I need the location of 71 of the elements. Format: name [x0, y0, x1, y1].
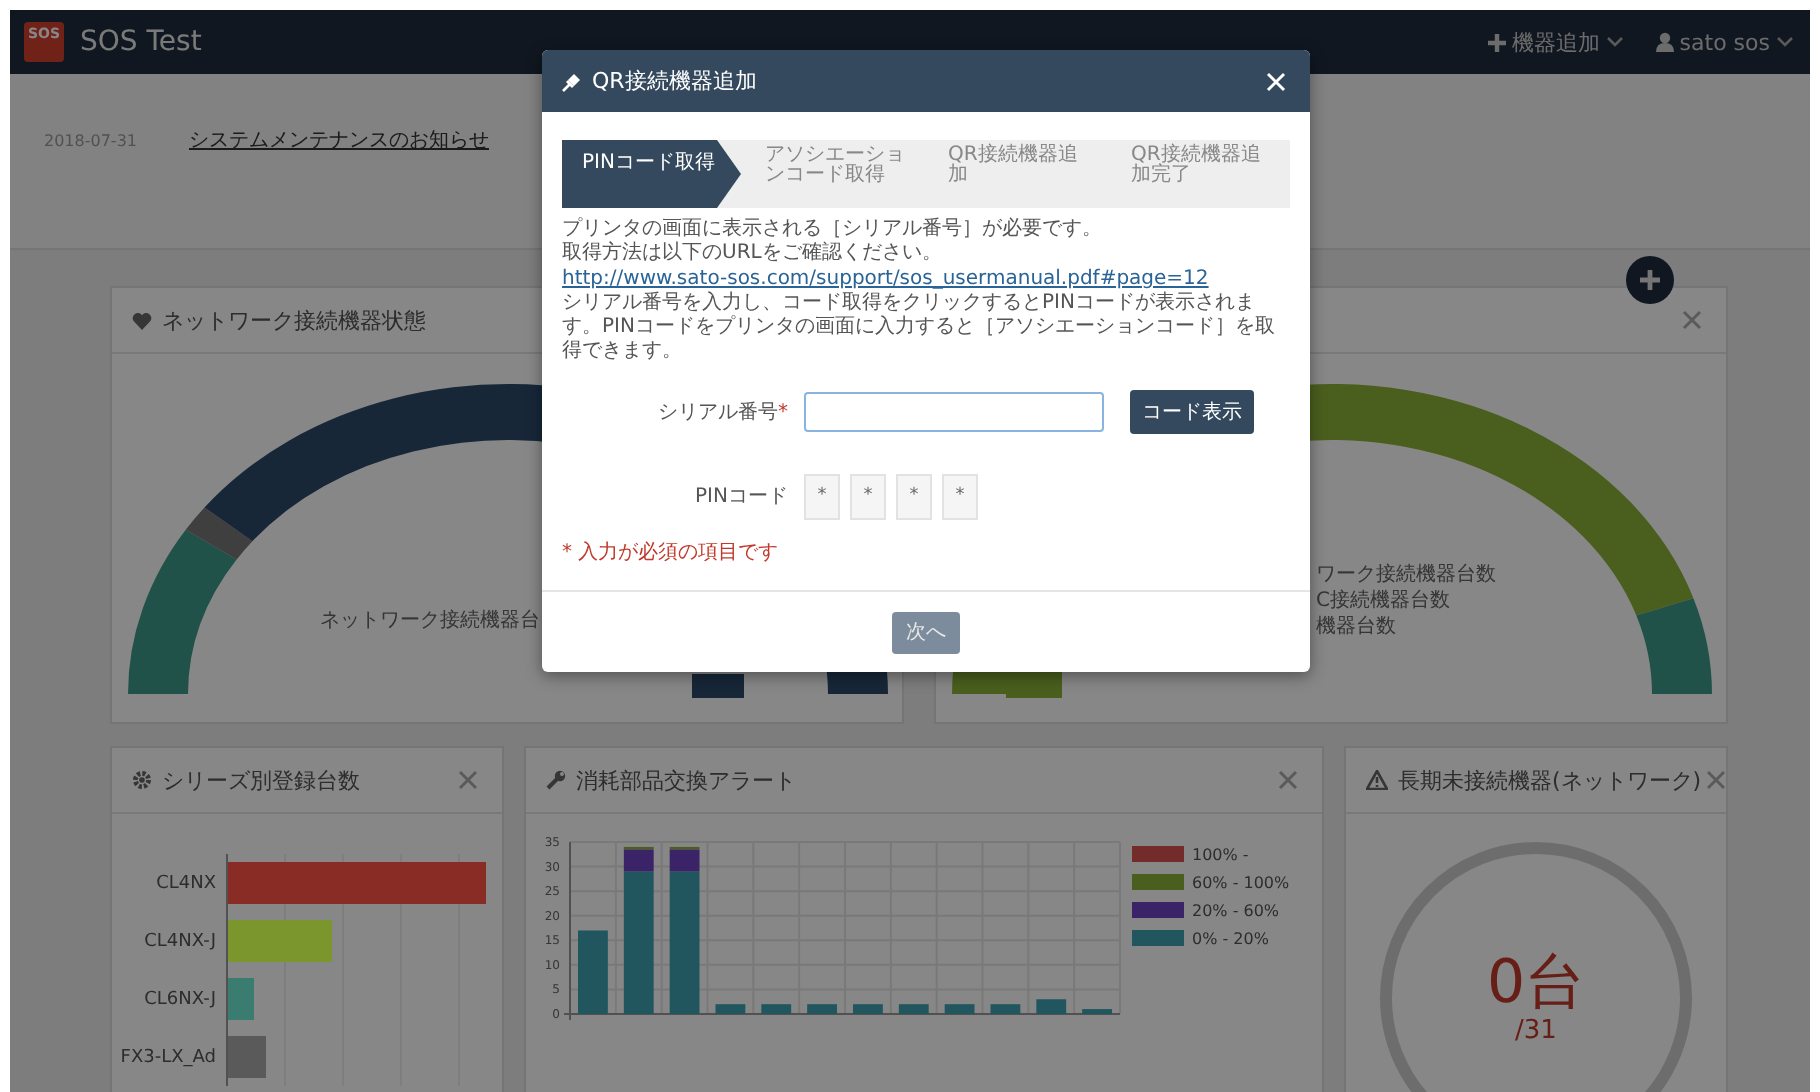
legend-label: ワーク接続機器台数: [1316, 564, 1496, 586]
gear-icon: [132, 770, 152, 790]
user-icon: [1655, 32, 1674, 52]
wizard-step: PINコード取得: [562, 140, 741, 208]
legend-label: 100% -: [1192, 846, 1249, 864]
user-menu[interactable]: sato sos: [1655, 27, 1794, 57]
required-note: * 入力が必須の項目です: [562, 539, 781, 566]
panel-title: 長期未接続機器(ネットワーク): [1398, 765, 1702, 795]
device-total: /31: [1515, 1015, 1557, 1045]
legend-label: 20% - 60%: [1192, 902, 1280, 920]
bar: [692, 674, 744, 698]
instruction-text: プリンタの画面に表示される［シリアル番号］が必要です。: [562, 218, 1104, 241]
bar-segment: [990, 1004, 1021, 1014]
bar-segment: [761, 1004, 792, 1014]
close-icon: [1266, 71, 1286, 91]
add-widget-button[interactable]: [1626, 256, 1674, 304]
chevron-down-icon: [1605, 36, 1624, 48]
device-count: 0台: [1486, 951, 1586, 1015]
serial-number-field[interactable]: [804, 391, 1104, 432]
manual-link[interactable]: http://www.sato-sos.com/support/sos_usermanual.pdf#page=12: [562, 267, 1290, 292]
bar-segment: [1036, 999, 1067, 1014]
bar: [1006, 670, 1062, 698]
wrench-icon: [546, 770, 566, 790]
panel-title: ネットワーク接続機器状態: [162, 305, 426, 335]
bar-segment: [853, 1004, 883, 1014]
bar-label: FX3-LX_Ad: [118, 1047, 218, 1067]
notice-link[interactable]: システムメンテナンスのお知らせ: [189, 126, 489, 154]
chevron-down-icon: [1776, 36, 1794, 48]
pin-digit: *: [942, 473, 978, 520]
bar-segment: [944, 1004, 975, 1014]
required-mark: *: [778, 401, 788, 424]
bar-segment: [898, 1004, 929, 1014]
bar-segment: [715, 1004, 746, 1014]
legend-label: 60% - 100%: [1192, 874, 1290, 892]
field-label: シリアル番号: [658, 401, 778, 424]
heart-icon: [132, 311, 152, 329]
bar-label: CL4NX: [154, 873, 218, 893]
legend-swatch: [1132, 902, 1184, 918]
close-icon: [1278, 770, 1298, 790]
field-label: PINコード: [695, 486, 788, 509]
show-code-button[interactable]: コード表示: [1130, 389, 1254, 434]
app-title: SOS Test: [80, 26, 202, 58]
close-button[interactable]: [1262, 67, 1290, 95]
legend-label: 0% - 20%: [1192, 930, 1269, 948]
instruction-text: 取得方法は以下のURLをご確認ください。: [562, 242, 944, 268]
pin-digit: *: [850, 473, 886, 520]
legend-swatch: [1132, 874, 1184, 890]
bar-segment: [578, 930, 608, 1014]
bar-segment: [807, 1004, 837, 1014]
panel-title: 消耗部品交換アラート: [576, 765, 796, 795]
close-icon: [1682, 310, 1702, 330]
dialog-title: QR接続機器追加: [592, 66, 757, 96]
warning-icon: [1366, 770, 1388, 790]
plus-icon: [1487, 33, 1506, 51]
bar-label: CL4NX-J: [142, 931, 218, 951]
bar-segment: [1082, 1009, 1112, 1014]
bar-label: CL6NX-J: [142, 989, 218, 1009]
instruction-text: シリアル番号を入力し、コード取得をクリックするとPINコードが表示されます。PINコードをプリンタの画面に入力すると［アソシエーションコード］を取得できます。: [562, 291, 1277, 366]
add-device-menu[interactable]: 機器追加: [1487, 27, 1624, 57]
plus-icon: [1640, 270, 1660, 290]
pin-digit: *: [896, 473, 932, 520]
gauge-label: ネットワーク接続機器台: [320, 607, 540, 634]
pin-digit: *: [804, 473, 840, 520]
legend-label: 機器台数: [1316, 616, 1398, 638]
pin-icon: [562, 71, 582, 91]
close-icon: [458, 770, 478, 790]
legend-swatch: [1132, 846, 1184, 862]
close-icon: [1705, 770, 1726, 790]
legend-swatch: [1132, 930, 1184, 946]
panel-title: シリーズ別登録台数: [162, 765, 360, 795]
legend-label: C接続機器台数: [1316, 590, 1452, 612]
